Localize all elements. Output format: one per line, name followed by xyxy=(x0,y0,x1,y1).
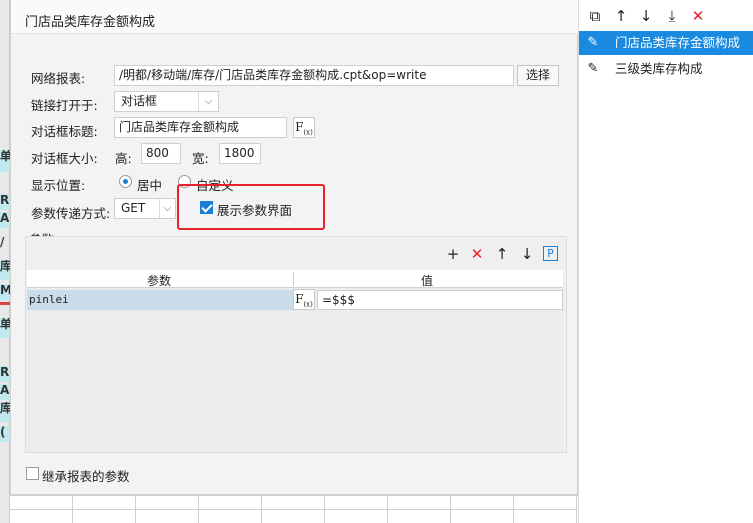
bg-label: M xyxy=(0,284,10,300)
height-input[interactable]: 800 xyxy=(141,143,181,164)
delete-icon[interactable]: ✕ xyxy=(469,247,485,262)
hyperlink-list-panel: ⧉ ↑ ↓ ⤓ ✕ ✎ 门店品类库存金额构成 ✎ 三级类库存构成 xyxy=(578,0,753,523)
sidebar-item-store-category[interactable]: ✎ 门店品类库存金额构成 xyxy=(579,31,753,55)
params-table: 参数 值 pinlei F(x) =$$$ xyxy=(27,270,563,452)
arrow-down-icon[interactable]: ↓ xyxy=(519,247,535,262)
delete-icon[interactable]: ✕ xyxy=(689,9,707,24)
dialog-title-label: 对话框标题: xyxy=(31,124,98,139)
select-button[interactable]: 选择 xyxy=(517,65,559,86)
bg-label: 单 xyxy=(0,150,10,172)
param-value-cell[interactable]: =$$$ xyxy=(317,290,563,310)
sidebar-item-label: 门店品类库存金额构成 xyxy=(615,35,741,50)
edit-pencil-icon: ✎ xyxy=(587,61,599,76)
move-to-bottom-icon[interactable]: ⤓ xyxy=(663,9,681,24)
sidebar-item-level3[interactable]: ✎ 三级类库存构成 xyxy=(579,57,753,81)
size-label: 对话框大小: xyxy=(31,151,98,166)
dialog-titlebar: 门店品类库存金额构成 xyxy=(11,0,579,34)
table-row[interactable]: pinlei F(x) =$$$ xyxy=(27,289,563,310)
width-input[interactable]: 1800 xyxy=(219,143,261,164)
arrow-up-icon[interactable]: ↑ xyxy=(612,9,630,24)
inherit-params-label: 继承报表的参数 xyxy=(42,469,130,484)
highlight-box xyxy=(177,184,325,230)
bg-label: 单 xyxy=(0,318,10,338)
edit-pencil-icon: ✎ xyxy=(587,35,599,50)
height-label: 高: xyxy=(115,151,132,166)
bg-label: / xyxy=(0,236,5,249)
chevron-down-icon: ⌵ xyxy=(198,92,218,111)
col-param-header: 参数 xyxy=(147,274,172,288)
position-center-label: 居中 xyxy=(137,178,163,193)
param-method-label: 参数传递方式: xyxy=(31,206,111,221)
bg-label: R xyxy=(0,194,10,210)
bg-label: A xyxy=(0,384,10,400)
col-value-header: 值 xyxy=(421,274,434,288)
open-in-label: 链接打开于: xyxy=(31,98,98,113)
arrow-up-icon[interactable]: ↑ xyxy=(494,247,510,262)
table-header: 参数 值 xyxy=(27,270,563,288)
report-path-input[interactable]: /明都/移动端/库存/门店品类库存金额构成.cpt&op=write xyxy=(114,65,514,86)
position-center-radio[interactable] xyxy=(119,175,132,188)
bg-label: R xyxy=(0,366,10,382)
sidebar-item-label: 三级类库存构成 xyxy=(615,61,703,76)
open-in-select[interactable]: 对话框 ⌵ xyxy=(114,91,219,112)
add-icon[interactable]: + xyxy=(445,247,461,262)
arrow-down-icon[interactable]: ↓ xyxy=(637,9,655,24)
param-name-cell[interactable]: pinlei xyxy=(27,290,293,310)
position-label: 显示位置: xyxy=(31,178,86,193)
open-in-value: 对话框 xyxy=(121,94,158,108)
bg-grid-line xyxy=(10,509,578,510)
formula-button[interactable]: F(x) xyxy=(293,289,315,310)
bg-red-line xyxy=(0,302,10,305)
report-label: 网络报表: xyxy=(31,71,86,86)
bg-label: A xyxy=(0,212,10,228)
copy-icon[interactable]: ⧉ xyxy=(586,9,604,24)
dialog-title-input[interactable]: 门店品类库存金额构成 xyxy=(114,117,287,138)
param-method-select[interactable]: GET ⌵ xyxy=(114,198,176,219)
hyperlink-dialog: 门店品类库存金额构成 网络报表: /明都/移动端/库存/门店品类库存金额构成.c… xyxy=(10,0,579,495)
dialog-title: 门店品类库存金额构成 xyxy=(25,15,156,30)
parameter-icon[interactable]: P xyxy=(543,246,558,261)
inherit-params-checkbox[interactable] xyxy=(26,467,39,480)
header-divider xyxy=(293,272,294,286)
width-label: 宽: xyxy=(192,151,209,166)
bg-label: ( xyxy=(0,426,10,442)
chevron-down-icon: ⌵ xyxy=(159,199,175,218)
bg-label: 库 xyxy=(0,260,10,280)
param-method-value: GET xyxy=(121,201,146,215)
bg-label: 库 xyxy=(0,402,10,422)
formula-button[interactable]: F(x) xyxy=(293,117,315,138)
